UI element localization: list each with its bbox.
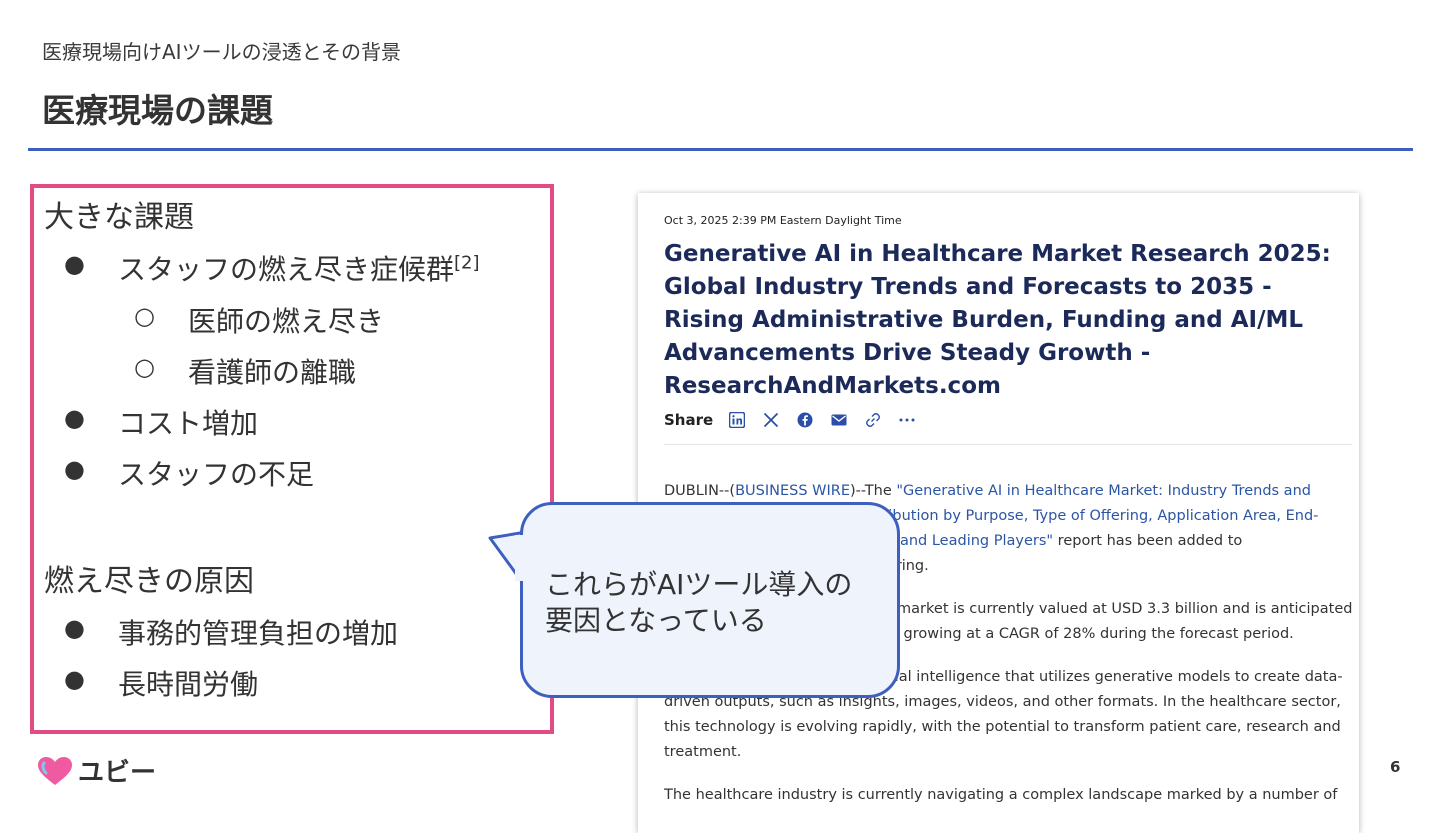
more-icon[interactable] [897, 410, 917, 430]
ubie-logo: ユビー [36, 752, 156, 789]
bullet-admin-burden: ● 事務的管理負担の増加 [64, 612, 399, 652]
share-label: Share [664, 411, 714, 429]
section-heading-major-issues: 大きな課題 [44, 200, 194, 235]
share-divider [664, 444, 1352, 445]
facebook-icon[interactable] [795, 410, 815, 430]
bullet-long-hours: ● 長時間労働 [64, 663, 259, 703]
title-divider [28, 148, 1413, 151]
x-icon[interactable] [761, 410, 781, 430]
issues-box: 大きな課題 ● スタッフの燃え尽き症候群[2] ○ 医師の燃え尽き ○ 看護師の… [30, 184, 554, 734]
bullet-staff-shortage: ● スタッフの不足 [64, 453, 315, 493]
article-date: Oct 3, 2025 2:39 PM Eastern Daylight Tim… [664, 214, 902, 227]
bullet-label: スタッフの燃え尽き症候群 [118, 253, 455, 286]
callout-text: これらがAIツール導入の 要因となっている [545, 568, 853, 637]
bullet-dot-icon: ● [64, 614, 85, 642]
callout-bubble: これらがAIツール導入の 要因となっている [520, 502, 900, 698]
slide-title: 医療現場の課題 [42, 91, 273, 130]
bullet-label: 事務的管理負担の増加 [118, 617, 399, 650]
section-heading-burnout-causes: 燃え尽きの原因 [44, 564, 254, 599]
callout-tail-cover [515, 535, 529, 581]
bullet-cost-increase: ● コスト増加 [64, 402, 259, 442]
page-number: 6 [1390, 758, 1401, 776]
linkedin-icon[interactable] [727, 410, 747, 430]
sub-bullet-label: 看護師の離職 [188, 356, 357, 389]
bullet-dot-icon: ● [64, 665, 85, 693]
slide-subtitle: 医療現場向けAIツールの浸透とその背景 [42, 40, 401, 64]
bullet-label: 長時間労働 [118, 668, 259, 701]
share-bar: Share [664, 408, 931, 432]
heart-logo-icon [38, 756, 72, 785]
business-wire-link[interactable]: BUSINESS WIRE [735, 483, 850, 499]
bullet-dot-icon: ● [64, 250, 85, 278]
bullet-dot-icon: ● [64, 455, 85, 483]
bullet-circle-icon: ○ [134, 302, 155, 330]
bullet-label: スタッフの不足 [118, 458, 315, 491]
link-icon[interactable] [863, 410, 883, 430]
logo-text: ユビー [78, 758, 157, 788]
bullet-burnout: ● スタッフの燃え尽き症候群[2] [64, 248, 480, 288]
bullet-dot-icon: ● [64, 404, 85, 432]
article-paragraph-4: The healthcare industry is currently nav… [664, 787, 1338, 803]
sub-bullet-doctor-burnout: ○ 医師の燃え尽き [134, 300, 385, 340]
bullet-label: コスト増加 [118, 407, 259, 440]
citation-ref: [2] [454, 252, 480, 274]
sub-bullet-label: 医師の燃え尽き [188, 305, 385, 338]
article-title: Generative AI in Healthcare Market Resea… [664, 241, 1331, 399]
email-icon[interactable] [829, 410, 849, 430]
sub-bullet-nurse-turnover: ○ 看護師の離職 [134, 351, 357, 391]
bullet-circle-icon: ○ [134, 353, 155, 381]
